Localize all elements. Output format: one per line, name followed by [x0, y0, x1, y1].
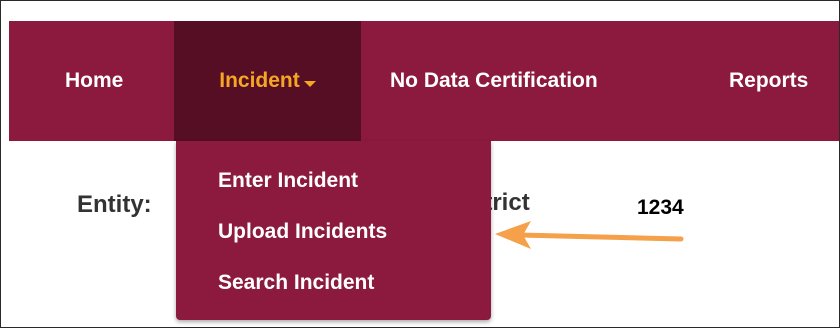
- nav-incident-label: Incident: [219, 69, 300, 92]
- entity-label: Entity:: [77, 191, 152, 218]
- nav-incident[interactable]: Incident: [174, 21, 361, 141]
- nav-reports-label: Reports: [729, 69, 809, 92]
- main-navbar: Home Incident No Data Certification Repo…: [9, 21, 839, 141]
- caret-down-icon: [303, 81, 316, 87]
- menu-item-search-incident[interactable]: Search Incident: [218, 271, 374, 295]
- nav-no-data-certification[interactable]: No Data Certification: [390, 21, 598, 141]
- arrow-shaft: [516, 232, 684, 242]
- entity-code: 1234: [637, 196, 684, 219]
- nav-no-data-certification-label: No Data Certification: [390, 69, 598, 92]
- nav-home-label: Home: [65, 69, 124, 92]
- incident-dropdown-menu: Enter Incident Upload Incidents Search I…: [176, 141, 491, 320]
- nav-reports[interactable]: Reports: [729, 21, 808, 141]
- menu-item-enter-incident[interactable]: Enter Incident: [218, 169, 358, 193]
- arrow-head: [495, 221, 531, 249]
- nav-home[interactable]: Home: [65, 21, 123, 141]
- screenshot-frame: Home Incident No Data Certification Repo…: [0, 0, 840, 328]
- menu-item-upload-incidents[interactable]: Upload Incidents: [218, 220, 387, 244]
